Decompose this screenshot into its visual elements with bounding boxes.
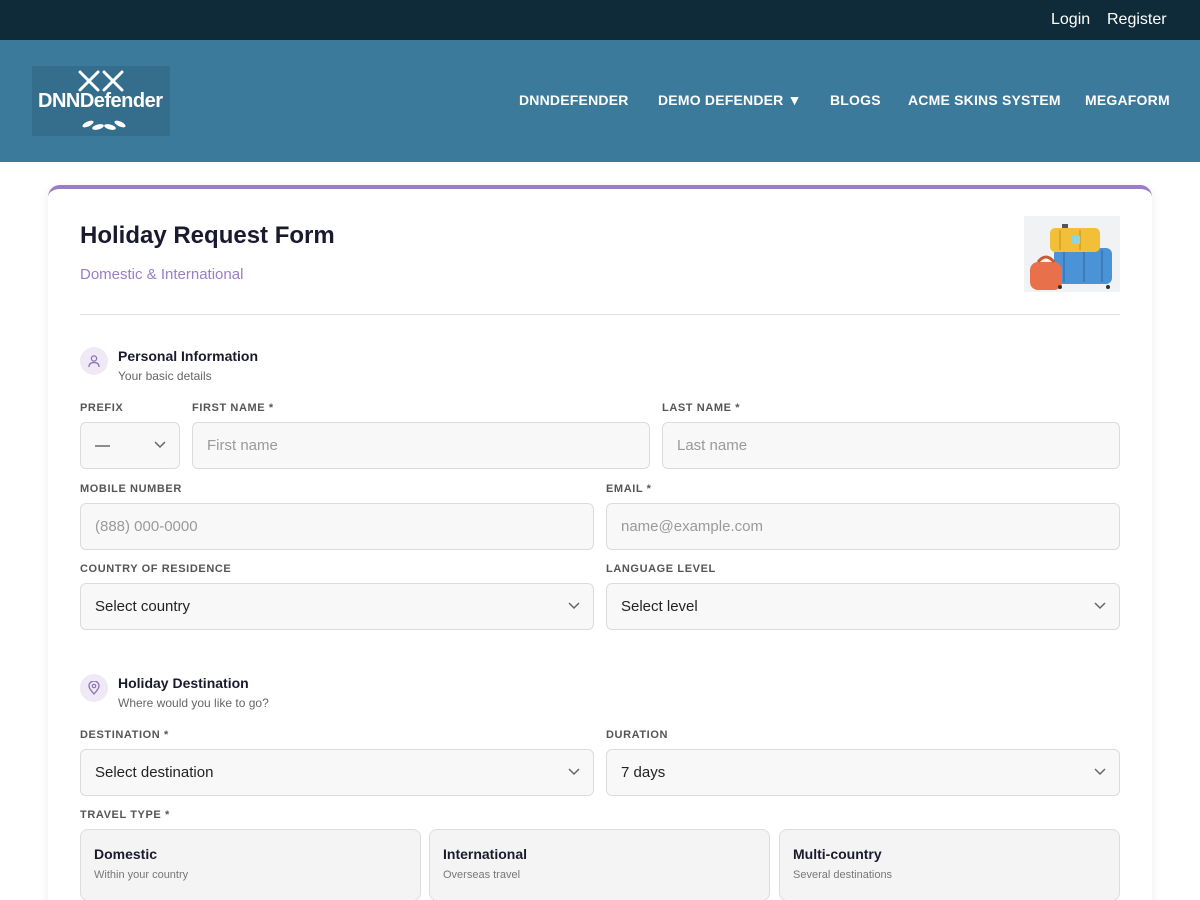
nav-acme-skins-system[interactable]: ACME SKINS SYSTEM bbox=[908, 92, 1061, 108]
prefix-select[interactable]: — bbox=[80, 422, 180, 469]
chevron-down-icon bbox=[154, 441, 166, 449]
person-icon bbox=[80, 347, 108, 375]
travel-type-subtitle: Within your country bbox=[94, 869, 189, 881]
nav-blogs[interactable]: BLOGS bbox=[830, 92, 881, 108]
chevron-down-icon bbox=[568, 602, 580, 610]
map-pin-icon bbox=[80, 674, 108, 702]
language-label: LANGUAGE LEVEL bbox=[606, 563, 716, 575]
nav-demo-defender[interactable]: DEMO DEFENDER ▼ bbox=[658, 92, 802, 108]
luggage-image bbox=[1024, 216, 1120, 292]
duration-value: 7 days bbox=[621, 764, 666, 781]
language-value: Select level bbox=[621, 598, 698, 615]
chevron-down-icon bbox=[1094, 768, 1106, 776]
luggage-illustration-icon bbox=[1024, 216, 1120, 292]
mobile-label: MOBILE NUMBER bbox=[80, 483, 182, 495]
email-input[interactable] bbox=[606, 503, 1120, 550]
prefix-value: — bbox=[95, 437, 110, 454]
travel-type-label: TRAVEL TYPE * bbox=[80, 809, 170, 821]
first-name-label: FIRST NAME * bbox=[192, 402, 274, 414]
register-link[interactable]: Register bbox=[1107, 11, 1167, 29]
nav-dnndefender[interactable]: DNNDEFENDER bbox=[519, 92, 629, 108]
travel-type-multi-country[interactable]: Multi-country Several destinations bbox=[779, 829, 1120, 900]
prefix-label: PREFIX bbox=[80, 402, 124, 414]
travel-type-subtitle: Several destinations bbox=[793, 869, 893, 881]
form-card: Holiday Request Form Domestic & Internat… bbox=[48, 185, 1152, 900]
destination-select[interactable]: Select destination bbox=[80, 749, 594, 796]
form-title: Holiday Request Form bbox=[80, 222, 335, 249]
destination-value: Select destination bbox=[95, 764, 214, 781]
travel-type-title: International bbox=[443, 846, 528, 862]
form-subtitle: Domestic & International bbox=[80, 266, 244, 283]
travel-type-title: Domestic bbox=[94, 846, 158, 862]
logo-text: DNNDefender bbox=[38, 90, 163, 112]
country-label: COUNTRY OF RESIDENCE bbox=[80, 563, 232, 575]
last-name-label: LAST NAME * bbox=[662, 402, 741, 414]
travel-type-international[interactable]: International Overseas travel bbox=[429, 829, 770, 900]
country-value: Select country bbox=[95, 598, 191, 615]
mobile-input[interactable] bbox=[80, 503, 594, 550]
nav-megaform[interactable]: MEGAFORM bbox=[1085, 92, 1170, 108]
personal-info-title: Personal Information bbox=[118, 348, 259, 364]
header-divider bbox=[80, 314, 1120, 315]
chevron-down-icon bbox=[1094, 602, 1106, 610]
personal-info-subtitle: Your basic details bbox=[118, 369, 212, 383]
site-logo[interactable]: DNNDefender bbox=[32, 66, 170, 136]
destination-label: DESTINATION * bbox=[80, 729, 169, 741]
top-bar: Login Register bbox=[0, 0, 1200, 40]
destination-title: Holiday Destination bbox=[118, 675, 249, 691]
duration-label: DURATION bbox=[606, 729, 669, 741]
destination-subtitle: Where would you like to go? bbox=[118, 696, 269, 710]
duration-select[interactable]: 7 days bbox=[606, 749, 1120, 796]
chevron-down-icon bbox=[568, 768, 580, 776]
travel-type-title: Multi-country bbox=[793, 846, 882, 862]
login-link[interactable]: Login bbox=[1051, 11, 1090, 29]
language-select[interactable]: Select level bbox=[606, 583, 1120, 630]
site-header: DNNDefender DNNDEFENDER DEMO DEFENDER ▼ … bbox=[0, 40, 1200, 162]
first-name-input[interactable] bbox=[192, 422, 650, 469]
email-label: EMAIL * bbox=[606, 483, 652, 495]
last-name-input[interactable] bbox=[662, 422, 1120, 469]
travel-type-domestic[interactable]: Domestic Within your country bbox=[80, 829, 421, 900]
country-select[interactable]: Select country bbox=[80, 583, 594, 630]
travel-type-subtitle: Overseas travel bbox=[443, 869, 521, 881]
